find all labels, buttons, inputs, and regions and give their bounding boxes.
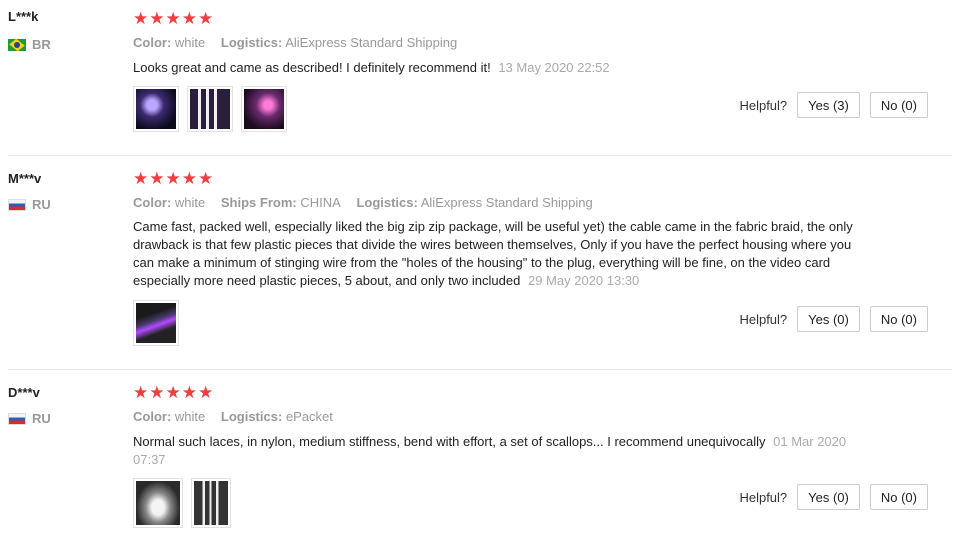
helpful-vote: Helpful? Yes (0) No (0) bbox=[739, 484, 928, 510]
attribute-value: ePacket bbox=[285, 409, 333, 424]
review-text: Normal such laces, in nylon, medium stif… bbox=[133, 433, 863, 469]
country-code: RU bbox=[32, 197, 51, 212]
review-text: Looks great and came as described! I def… bbox=[133, 59, 863, 77]
review-body: Normal such laces, in nylon, medium stif… bbox=[133, 434, 766, 449]
helpful-yes-button[interactable]: Yes (3) bbox=[797, 92, 860, 118]
attribute-key: Logistics: bbox=[220, 409, 283, 424]
helpful-label: Helpful? bbox=[739, 311, 788, 327]
star-icon: ★ bbox=[165, 9, 181, 28]
attribute-key: Color: bbox=[133, 35, 172, 50]
helpful-vote: Helpful? Yes (3) No (0) bbox=[739, 92, 928, 118]
star-icon: ★ bbox=[149, 9, 165, 28]
star-icon: ★ bbox=[198, 383, 214, 402]
star-icon: ★ bbox=[149, 383, 165, 402]
photo-image bbox=[136, 303, 176, 343]
photo-image bbox=[136, 89, 176, 129]
review-divider bbox=[8, 369, 952, 370]
reviewer-country: RU bbox=[8, 411, 51, 426]
reviewer-name: L***k bbox=[8, 9, 39, 24]
helpful-label: Helpful? bbox=[739, 489, 788, 505]
star-icon: ★ bbox=[165, 383, 181, 402]
attribute-key: Color: bbox=[133, 195, 172, 210]
order-attributes: Color: white Logistics: AliExpress Stand… bbox=[133, 35, 469, 50]
review-photo-thumbnail[interactable] bbox=[133, 478, 183, 528]
helpful-vote: Helpful? Yes (0) No (0) bbox=[739, 306, 928, 332]
review-photo-thumbnail[interactable] bbox=[133, 300, 179, 346]
attribute-key: Ships From: bbox=[220, 195, 297, 210]
review-body: Looks great and came as described! I def… bbox=[133, 60, 491, 75]
review-photo-thumbnail[interactable] bbox=[187, 86, 233, 132]
attribute-value: AliExpress Standard Shipping bbox=[420, 195, 593, 210]
star-icon: ★ bbox=[181, 383, 197, 402]
review-photos bbox=[133, 478, 231, 528]
review-photo-thumbnail[interactable] bbox=[241, 86, 287, 132]
review-date: 29 May 2020 13:30 bbox=[527, 273, 640, 288]
star-icon: ★ bbox=[133, 383, 149, 402]
country-code: BR bbox=[32, 37, 51, 52]
star-icon: ★ bbox=[133, 9, 149, 28]
russia-flag-icon bbox=[8, 198, 26, 211]
attribute-value: white bbox=[174, 409, 206, 424]
star-icon: ★ bbox=[181, 169, 197, 188]
star-rating: ★ ★ ★ ★ ★ bbox=[133, 10, 213, 27]
brazil-flag-icon bbox=[8, 38, 26, 51]
helpful-no-button[interactable]: No (0) bbox=[869, 92, 928, 118]
helpful-label: Helpful? bbox=[739, 97, 788, 113]
star-icon: ★ bbox=[198, 9, 214, 28]
review-text: Came fast, packed well, especially liked… bbox=[133, 218, 863, 290]
helpful-no-button[interactable]: No (0) bbox=[869, 306, 928, 332]
country-code: RU bbox=[32, 411, 51, 426]
photo-image bbox=[136, 481, 180, 525]
reviewer-country: BR bbox=[8, 37, 51, 52]
review-body: Came fast, packed well, especially liked… bbox=[133, 219, 853, 288]
star-icon: ★ bbox=[198, 169, 214, 188]
star-icon: ★ bbox=[181, 9, 197, 28]
attribute-key: Logistics: bbox=[356, 195, 418, 210]
review-photos bbox=[133, 300, 179, 346]
review-photo-thumbnail[interactable] bbox=[191, 478, 231, 528]
order-attributes: Color: white Logistics: ePacket bbox=[133, 409, 345, 424]
attribute-value: white bbox=[174, 195, 206, 210]
attribute-key: Color: bbox=[133, 409, 172, 424]
photo-image bbox=[194, 481, 228, 525]
reviewer-name: D***v bbox=[8, 385, 40, 400]
star-rating: ★ ★ ★ ★ ★ bbox=[133, 384, 213, 401]
review-photos bbox=[133, 86, 287, 132]
attribute-value: CHINA bbox=[300, 195, 341, 210]
attribute-value: white bbox=[174, 35, 206, 50]
review-date: 13 May 2020 22:52 bbox=[498, 60, 610, 75]
star-icon: ★ bbox=[165, 169, 181, 188]
photo-image bbox=[190, 89, 230, 129]
reviewer-name: M***v bbox=[8, 171, 42, 186]
review-divider bbox=[8, 155, 952, 156]
reviewer-country: RU bbox=[8, 197, 51, 212]
star-rating: ★ ★ ★ ★ ★ bbox=[133, 170, 213, 187]
helpful-no-button[interactable]: No (0) bbox=[869, 484, 928, 510]
helpful-yes-button[interactable]: Yes (0) bbox=[797, 484, 860, 510]
helpful-yes-button[interactable]: Yes (0) bbox=[797, 306, 860, 332]
attribute-key: Logistics: bbox=[220, 35, 283, 50]
review-photo-thumbnail[interactable] bbox=[133, 86, 179, 132]
star-icon: ★ bbox=[133, 169, 149, 188]
russia-flag-icon bbox=[8, 412, 26, 425]
star-icon: ★ bbox=[149, 169, 165, 188]
photo-image bbox=[244, 89, 284, 129]
order-attributes: Color: white Ships From: CHINA Logistics… bbox=[133, 195, 605, 210]
attribute-value: AliExpress Standard Shipping bbox=[285, 35, 458, 50]
